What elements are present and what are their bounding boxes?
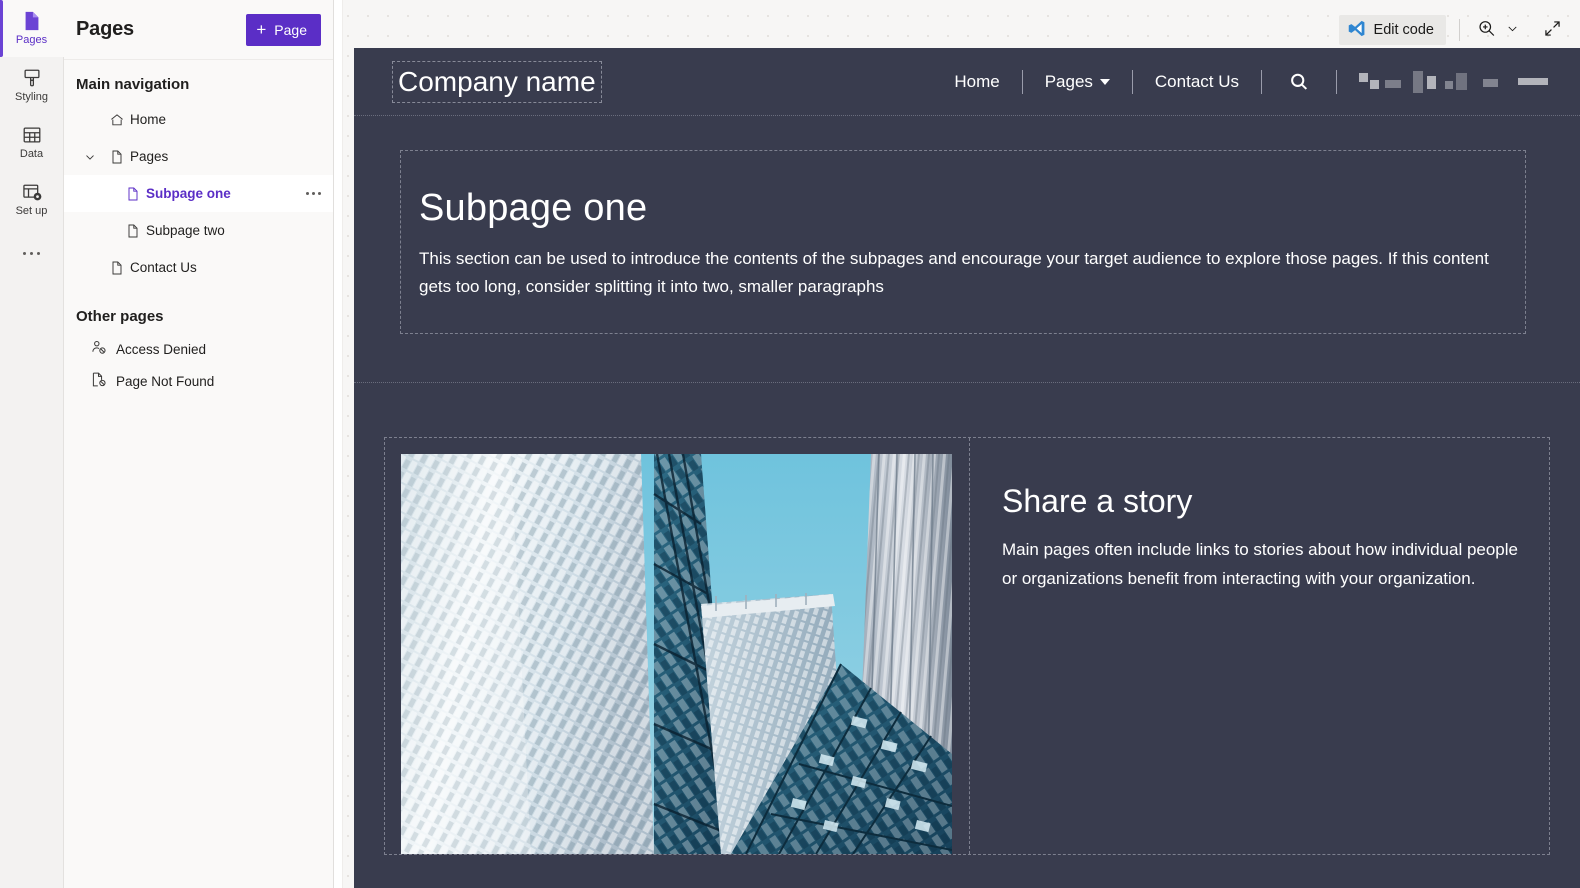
nav-link-home[interactable]: Home: [932, 72, 1021, 92]
site-header: Company name Home Pages Contact Us: [354, 48, 1580, 116]
redacted-block: [1427, 76, 1436, 89]
vscode-icon: [1347, 19, 1366, 42]
pages-panel-header: Pages + Page: [64, 0, 333, 60]
rail-item-label: Styling: [14, 91, 49, 103]
hero-title: Subpage one: [419, 187, 648, 229]
story-section: Share a story Main pages often include l…: [354, 383, 1580, 855]
table-icon: [21, 124, 43, 146]
tree-item-label: Contact Us: [130, 260, 197, 275]
site-navigation: Home Pages Contact Us: [932, 69, 1552, 94]
expand-canvas-button[interactable]: [1539, 15, 1566, 45]
chevron-down-icon: [1505, 21, 1520, 39]
design-canvas: Edit code Company name Home Pages Contac…: [334, 0, 1580, 888]
paintbrush-icon: [21, 67, 43, 89]
tree-item-label: Subpage two: [146, 223, 225, 238]
tree-item-subpage-one[interactable]: Subpage one: [64, 175, 333, 212]
rail-item-label: Set up: [15, 205, 48, 217]
story-title: Share a story: [1002, 483, 1193, 519]
tree-item-subpage-two[interactable]: Subpage two: [64, 212, 333, 249]
tree-item-label: Subpage one: [146, 186, 231, 201]
tree-item-page-not-found[interactable]: Page Not Found: [64, 365, 333, 397]
story-body-text: Main pages often include links to storie…: [1002, 540, 1518, 588]
redacted-block: [1483, 78, 1498, 87]
edit-code-label: Edit code: [1373, 22, 1434, 38]
rail-item-label: Pages: [15, 34, 48, 46]
canvas-scroll-strip[interactable]: [334, 0, 343, 888]
dot: [318, 192, 321, 195]
nav-divider: [1336, 69, 1337, 94]
document-icon: [104, 260, 130, 276]
redacted-user-area: [1359, 70, 1548, 93]
page-icon: [21, 10, 43, 32]
dot: [312, 192, 315, 195]
search-icon[interactable]: [1262, 71, 1336, 93]
zoom-in-icon: [1476, 18, 1497, 42]
canvas-toolbar: Edit code: [1338, 13, 1566, 47]
document-icon: [120, 186, 146, 202]
edit-code-button[interactable]: Edit code: [1338, 15, 1446, 45]
nav-link-contact-us[interactable]: Contact Us: [1133, 72, 1261, 92]
dot: [23, 251, 26, 255]
nav-link-pages[interactable]: Pages: [1023, 72, 1132, 92]
home-icon: [104, 112, 130, 128]
expand-diagonal-icon: [1542, 18, 1563, 42]
redacted-block: [1413, 70, 1423, 93]
page-title: Pages: [76, 18, 134, 40]
document-icon: [120, 223, 146, 239]
person-blocked-icon: [90, 339, 107, 359]
dot: [30, 251, 33, 255]
document-icon: [104, 149, 130, 165]
redacted-block: [1370, 79, 1379, 89]
story-text-cell[interactable]: Share a story Main pages often include l…: [970, 438, 1549, 854]
tree-item-label: Access Denied: [116, 341, 207, 357]
redacted-block: [1456, 73, 1467, 90]
rail-item-styling[interactable]: Styling: [0, 57, 64, 114]
add-page-button[interactable]: + Page: [246, 13, 321, 46]
story-image-cell[interactable]: [385, 438, 970, 854]
rail-item-data[interactable]: Data: [0, 114, 64, 171]
add-page-label: Page: [274, 21, 307, 38]
tree-item-label: Pages: [130, 149, 169, 164]
zoom-control-button[interactable]: [1473, 15, 1523, 45]
pages-panel: Pages + Page Main navigation Home Pages …: [64, 0, 334, 888]
hero-text-block[interactable]: Subpage one This section can be used to …: [400, 150, 1526, 334]
tree-item-more-button[interactable]: [304, 188, 323, 199]
site-brand[interactable]: Company name: [392, 60, 602, 103]
nav-link-label: Pages: [1044, 71, 1093, 91]
redacted-block: [1359, 72, 1368, 82]
chevron-down-icon[interactable]: [76, 150, 104, 164]
dot: [306, 192, 309, 195]
tree-item-access-denied[interactable]: Access Denied: [64, 333, 333, 365]
hero-section: Subpage one This section can be used to …: [354, 116, 1580, 383]
dot: [37, 251, 40, 255]
page-blocked-icon: [90, 371, 107, 391]
plus-icon: +: [256, 20, 267, 39]
pages-panel-body: Main navigation Home Pages Subpage one S…: [64, 60, 333, 888]
redacted-block: [1445, 80, 1453, 89]
glass-skyscrapers-photo: [401, 454, 952, 854]
left-icon-rail: Pages Styling Data Set up: [0, 0, 64, 888]
story-grid: Share a story Main pages often include l…: [384, 437, 1550, 855]
chevron-down-icon: [1099, 78, 1110, 85]
tree-item-label: Home: [130, 112, 167, 127]
tree-item-home[interactable]: Home: [64, 101, 333, 138]
group-title-main-navigation: Main navigation: [76, 76, 190, 93]
hero-body-text: This section can be used to introduce th…: [419, 249, 1489, 296]
redacted-block: [1385, 79, 1401, 88]
tree-item-label: Page Not Found: [116, 373, 215, 389]
site-preview: Company name Home Pages Contact Us Subpa…: [354, 48, 1580, 888]
tree-item-pages[interactable]: Pages: [64, 138, 333, 175]
rail-item-setup[interactable]: Set up: [0, 171, 64, 228]
group-title-other-pages: Other pages: [76, 308, 164, 325]
rail-more-button[interactable]: [0, 228, 64, 278]
toolbar-divider: [1459, 19, 1460, 41]
redacted-block: [1518, 78, 1548, 85]
tree-item-contact-us[interactable]: Contact Us: [64, 249, 333, 286]
rail-item-label: Data: [19, 148, 44, 160]
app-root: Pages Styling Data Set up Pages + Page M…: [0, 0, 1580, 888]
rail-item-pages[interactable]: Pages: [0, 0, 64, 57]
setup-gear-icon: [21, 181, 43, 203]
